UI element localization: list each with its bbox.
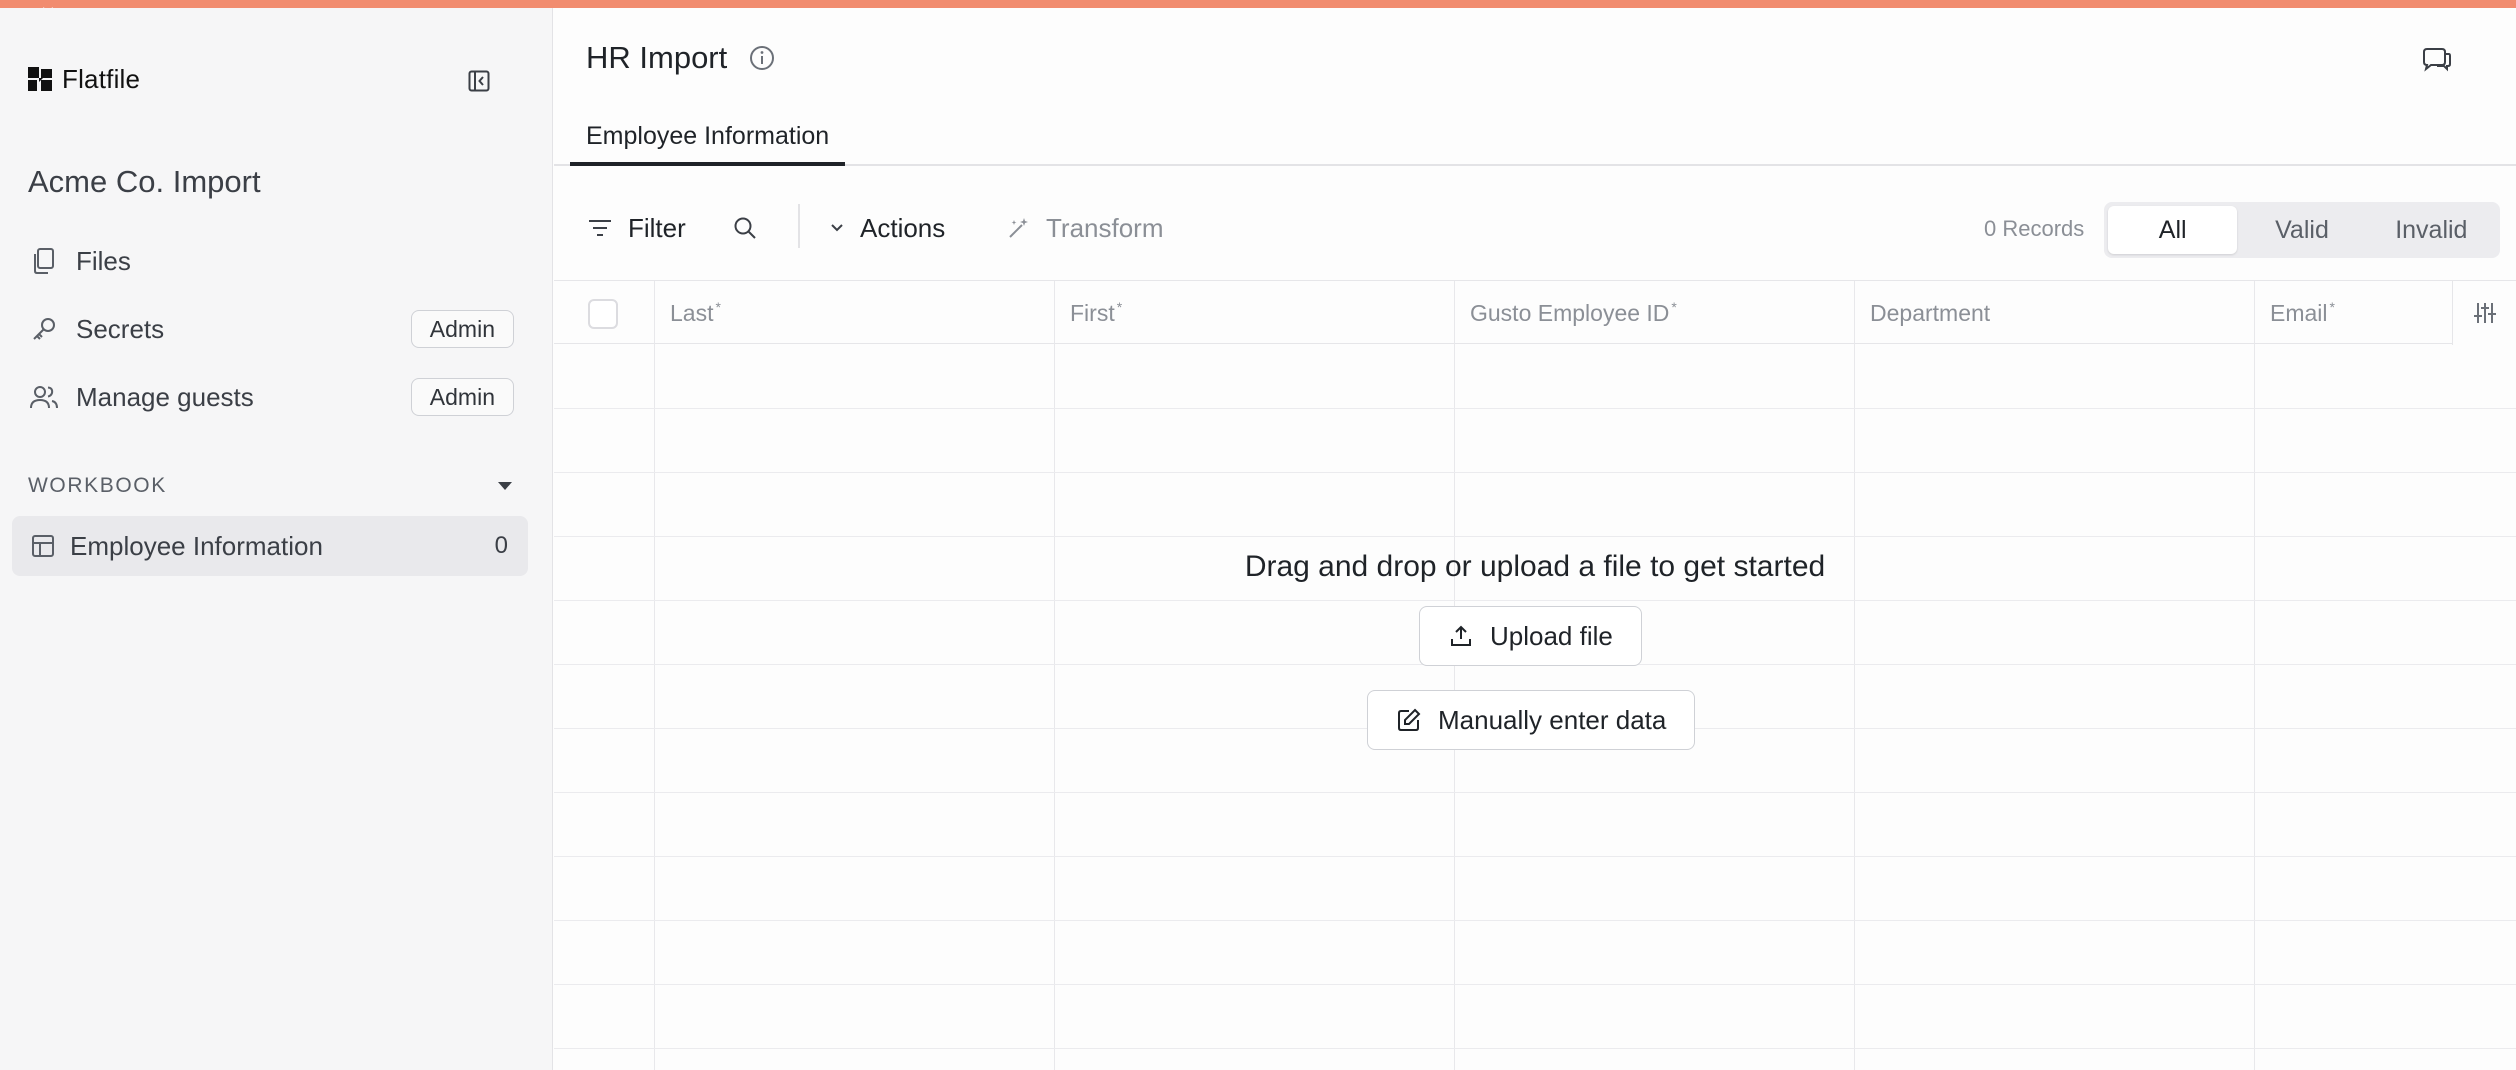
sidebar-sheet-employee-information[interactable]: Employee Information 0 (12, 516, 528, 576)
column-divider (2254, 281, 2255, 345)
admin-badge: Admin (410, 378, 514, 416)
segment-all[interactable]: All (2108, 206, 2238, 254)
upload-file-button[interactable]: Upload file (1419, 606, 1642, 666)
transform-label: Transform (1046, 212, 1164, 243)
info-icon[interactable] (748, 44, 776, 72)
tab-employee-information[interactable]: Employee Information (570, 110, 846, 166)
row-divider (554, 408, 2516, 409)
row-divider (554, 600, 2516, 601)
column-header-label: Last (670, 299, 714, 326)
segment-invalid[interactable]: Invalid (2367, 206, 2496, 254)
column-divider (1854, 281, 1855, 345)
row-divider (554, 920, 2516, 921)
sidebar: Flatfile Acme Co. Import Files Secrets A… (0, 8, 553, 1070)
sidebar-collapse-icon (468, 70, 490, 92)
record-filter-segmented-control: All Valid Invalid (2104, 202, 2500, 258)
key-icon (28, 313, 60, 345)
data-grid: Last * First * Gusto Employee ID * Departme… (554, 280, 2516, 1070)
segment-valid[interactable]: Valid (2237, 206, 2366, 254)
filter-button[interactable]: Filter (586, 208, 686, 248)
column-divider (1854, 280, 1855, 1070)
workbook-section-header[interactable]: WORKBOOK (28, 474, 514, 498)
sheet-record-count: 0 (494, 532, 508, 559)
column-header-department[interactable]: Department (1870, 281, 1990, 345)
main-panel: HR Import Employee Information Filter Ac… (554, 8, 2516, 1070)
users-icon (28, 381, 60, 413)
sheet-label: Employee Information (70, 530, 323, 561)
column-header-label: First (1070, 299, 1115, 326)
search-button[interactable] (732, 208, 758, 248)
manual-entry-button[interactable]: Manually enter data (1367, 690, 1696, 750)
sidebar-item-files[interactable]: Files (28, 236, 514, 286)
edit-icon (1398, 708, 1421, 731)
sidebar-item-manage-guests[interactable]: Manage guests Admin (28, 372, 514, 422)
toolbar: Filter Actions Transform 0 Records All V… (554, 168, 2516, 288)
sliders-icon (2473, 303, 2496, 323)
sidebar-item-label: Manage guests (76, 381, 254, 412)
chevron-down-icon (831, 224, 843, 232)
manual-entry-label: Manually enter data (1438, 704, 1667, 735)
document-chat-icon[interactable] (2420, 44, 2454, 74)
empty-state-message: Drag and drop or upload a file to get st… (554, 550, 2516, 584)
magic-wand-icon (1009, 218, 1028, 238)
admin-badge: Admin (410, 310, 514, 348)
collapse-sidebar-button[interactable] (464, 66, 494, 96)
column-header-label: Department (1870, 299, 1991, 326)
caret-down-icon (498, 482, 512, 490)
logo[interactable]: Flatfile (28, 64, 140, 95)
column-divider (1454, 281, 1455, 345)
flatfile-logo-icon (28, 66, 52, 91)
sidebar-item-label: Files (76, 245, 131, 276)
column-header-last[interactable]: Last * (670, 281, 721, 345)
sidebar-item-secrets[interactable]: Secrets Admin (28, 304, 514, 354)
column-divider (1454, 280, 1455, 1070)
row-divider (554, 856, 2516, 857)
column-header-gusto-employee-id[interactable]: Gusto Employee ID * (1470, 281, 1677, 345)
files-icon (28, 245, 60, 277)
column-divider (654, 280, 655, 1070)
empty-state-text: Drag and drop or upload a file to get st… (1244, 550, 1826, 583)
column-header-label: Gusto Employee ID (1470, 299, 1670, 326)
grid-header: Last * First * Gusto Employee ID * Departme… (554, 280, 2516, 345)
table-icon (32, 535, 54, 557)
required-marker: * (715, 299, 721, 315)
actions-button[interactable]: Actions (828, 208, 945, 248)
actions-label: Actions (860, 212, 946, 243)
top-accent-bar (0, 0, 2516, 8)
filter-icon (589, 220, 611, 236)
column-header-email[interactable]: Email * (2270, 281, 2335, 345)
column-header-first[interactable]: First * (1070, 281, 1122, 345)
row-divider (554, 1048, 2516, 1049)
column-divider (1054, 280, 1055, 1070)
column-divider (1054, 281, 1055, 345)
records-count: 0 Records (1984, 216, 2085, 241)
page-title: HR Import (586, 40, 728, 75)
upload-icon (1451, 625, 1471, 646)
required-marker: * (1116, 299, 1123, 315)
column-settings-button[interactable] (2452, 281, 2516, 345)
row-divider (554, 472, 2516, 473)
column-divider (2254, 280, 2255, 1070)
row-divider (554, 536, 2516, 537)
filter-label: Filter (628, 212, 686, 243)
space-title: Acme Co. Import (28, 164, 261, 199)
upload-file-label: Upload file (1490, 620, 1613, 651)
section-label: WORKBOOK (28, 474, 167, 497)
required-marker: * (2329, 299, 2335, 315)
transform-button[interactable]: Transform (1006, 208, 1164, 248)
row-divider (554, 984, 2516, 985)
required-marker: * (1671, 299, 1677, 315)
search-icon (734, 217, 756, 239)
select-all-checkbox[interactable] (588, 299, 618, 329)
column-header-label: Email (2270, 299, 2328, 326)
logo-text: Flatfile (62, 64, 141, 94)
sidebar-item-label: Secrets (76, 313, 165, 344)
toolbar-divider (798, 204, 800, 248)
sheet-tabs: Employee Information (554, 110, 2516, 166)
column-divider (654, 281, 655, 345)
row-divider (554, 792, 2516, 793)
